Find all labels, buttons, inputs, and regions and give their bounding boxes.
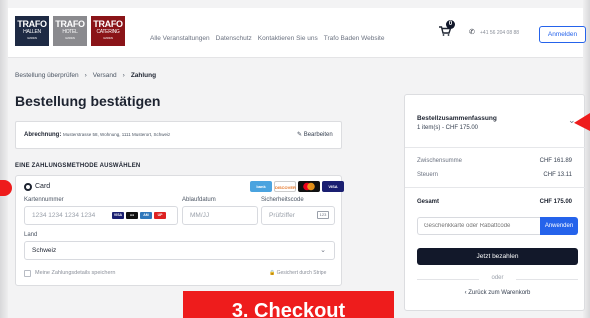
page-title: Bestellung bestätigen [15, 93, 161, 109]
edit-billing-button[interactable]: ✎ Bearbeiten [297, 131, 333, 138]
mastercard-circles [303, 182, 315, 191]
logo-main-text: TRAFO [17, 19, 47, 29]
card-method-label: Card [35, 183, 51, 190]
chevron-left-icon: ‹ [464, 290, 467, 296]
nav-all-events[interactable]: Alle Veranstaltungen [150, 35, 210, 42]
left-edge-shadow [0, 0, 8, 318]
card-radio[interactable] [24, 183, 32, 191]
main-nav: Alle Veranstaltungen Datenschutz Kontakt… [150, 35, 384, 42]
divider [405, 147, 586, 148]
stripe-label: Gesichert durch Stripe [276, 270, 327, 276]
logo-main-text: TRAFO [55, 19, 85, 29]
country-label: Land [24, 232, 38, 238]
logo-tiny-text: BADEN [103, 36, 113, 40]
amex-mini-icon: AM [140, 212, 152, 219]
billing-address: Musterstrasse 58, Wohnung, 1111 Musteror… [63, 132, 171, 137]
save-details-checkbox[interactable] [24, 270, 31, 277]
stripe-secure-note: 🔒 Gesichert durch Stripe [269, 270, 326, 276]
breadcrumb: Bestellung überprüfen › Versand › Zahlun… [15, 72, 156, 79]
back-to-cart-link[interactable]: ‹ Zurück zum Warenkorb [417, 290, 578, 296]
logo-tiny-text: BADEN [27, 36, 37, 40]
chevron-right-icon: › [84, 72, 87, 79]
pencil-icon: ✎ [297, 132, 303, 138]
logo-sub-text: CATERING [96, 29, 120, 35]
breadcrumb-payment: Zahlung [130, 72, 157, 79]
cvc-label: Sicherheitscode [261, 197, 304, 203]
trafo-hallen-logo[interactable]: TRAFO HALLEN BADEN [15, 16, 49, 46]
red-marker-left [0, 180, 12, 196]
subtotal-label: Zwischensumme [417, 158, 463, 164]
edit-label: Bearbeiten [303, 132, 333, 138]
subtotal-value: CHF 161.89 [539, 158, 572, 164]
chevron-down-icon[interactable]: ⌄ [568, 115, 576, 126]
card-number-label: Kartennummer [24, 197, 64, 203]
save-details-label: Meine Zahlungsdetails speichern [35, 270, 116, 276]
nav-website[interactable]: Trafo Baden Website [324, 35, 385, 42]
discover-icon: DISCOVER [274, 181, 296, 192]
tax-label: Steuern [417, 172, 439, 178]
divider [405, 187, 586, 188]
order-summary: Bestellzusammenfassung 1 item(s) - CHF 1… [404, 94, 586, 311]
payment-section-title: EINE ZAHLUNGSMETHODE AUSWÄHLEN [15, 163, 141, 169]
phone-icon: ✆ [469, 29, 475, 36]
expiry-input[interactable] [182, 206, 258, 225]
billing-label: Abrechnung: Musterstrasse 58, Wohnung, 1… [24, 132, 170, 138]
country-value: Schweiz [32, 247, 57, 254]
phone-number[interactable]: +41 56 204 08 88 [480, 30, 519, 36]
country-select[interactable]: Schweiz ⌄ [24, 241, 335, 260]
visa-mini-icon: VISA [112, 212, 124, 219]
or-divider: oder [417, 275, 578, 281]
tax-value: CHF 13.11 [543, 172, 572, 178]
summary-title: Bestellzusammenfassung [417, 115, 497, 122]
lock-icon: 🔒 [269, 270, 276, 276]
chevron-down-icon: ⌄ [320, 247, 326, 254]
cvc-card-icon: 123 [317, 211, 329, 219]
voucher-input[interactable] [417, 217, 540, 235]
breadcrumb-shipping[interactable]: Versand [93, 72, 117, 79]
logo-sub-text: HALLEN [23, 29, 41, 35]
trafo-hotel-logo[interactable]: TRAFO HOTEL BADEN [53, 16, 87, 46]
logo-tiny-text: BADEN [65, 36, 75, 40]
mastercard-icon [298, 181, 320, 192]
breadcrumb-review[interactable]: Bestellung überprüfen [15, 72, 79, 79]
pay-now-button[interactable]: Jetzt bezahlen [417, 248, 578, 265]
login-button[interactable]: Anmelden [539, 26, 586, 43]
step-banner: 3. Checkout [183, 291, 394, 318]
nav-contact[interactable]: Kontaktieren Sie uns [258, 35, 318, 42]
mastercard-mini-icon: ●● [126, 212, 138, 219]
visa-icon: VISA [322, 181, 344, 192]
logo-sub-text: HOTEL [62, 29, 78, 35]
expiry-label: Ablaufdatum [182, 197, 216, 203]
back-label: Zurück zum Warenkorb [468, 290, 531, 296]
card-payment-box: Card bank DISCOVER VISA Kartennummer VIS… [15, 175, 344, 286]
logo-main-text: TRAFO [93, 19, 123, 29]
chevron-right-icon: › [122, 72, 125, 79]
total-label: Gesamt [417, 199, 440, 205]
bank-card-icon: bank [250, 181, 272, 192]
nav-privacy[interactable]: Datenschutz [216, 35, 252, 42]
card-brands: bank DISCOVER VISA [250, 181, 344, 192]
total-value: CHF 175.00 [539, 199, 572, 205]
billing-heading: Abrechnung: [24, 132, 62, 138]
apply-voucher-button[interactable]: Anwenden [540, 217, 578, 235]
cart-count-badge: 0 [446, 20, 455, 29]
trafo-catering-logo[interactable]: TRAFO CATERING BADEN [91, 16, 125, 46]
summary-items: 1 item(s) - CHF 175.00 [417, 125, 479, 131]
billing-card: Abrechnung: Musterstrasse 58, Wohnung, 1… [15, 121, 342, 149]
unionpay-mini-icon: UP [154, 212, 166, 219]
